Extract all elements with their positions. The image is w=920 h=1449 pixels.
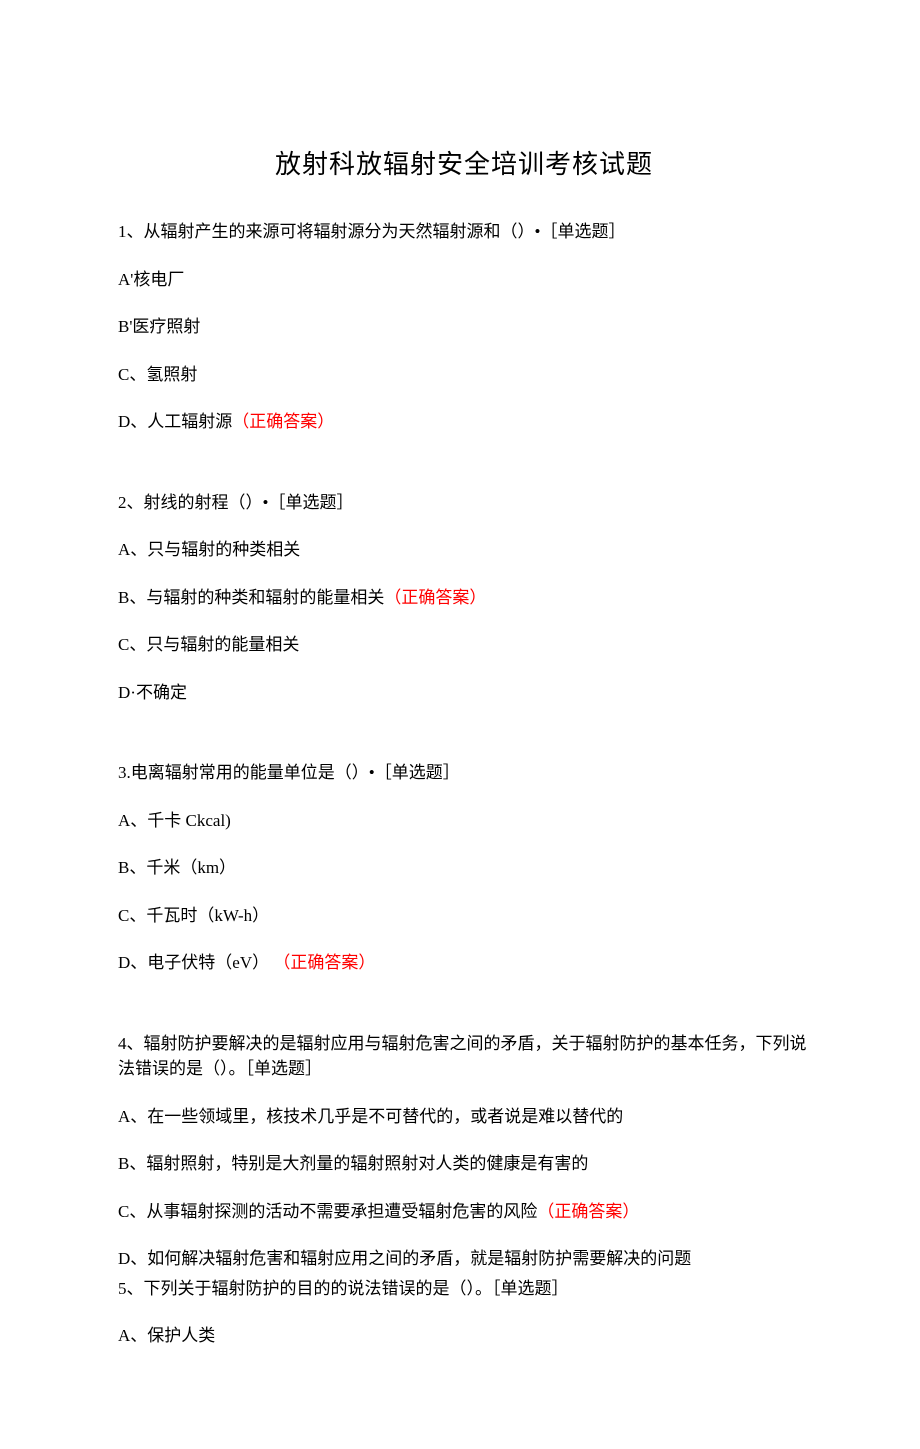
q2-option-a: A、只与辐射的种类相关 [118,537,810,563]
q4-option-b: B、辐射照射，特别是大剂量的辐射照射对人类的健康是有害的 [118,1151,810,1177]
q5-stem: 5、下列关于辐射防护的目的的说法错误的是（）。［单选题］ [118,1276,810,1302]
q5-option-a: A、保护人类 [118,1323,810,1349]
q1-option-a: A'核电厂 [118,267,810,293]
q1-option-d: D、人工辐射源（正确答案） [118,409,810,435]
q3-option-d-text: D、电子伏特（eV） [118,953,269,972]
page: 放射科放辐射安全培训考核试题 1、从辐射产生的来源可将辐射源分为天然辐射源和（）… [0,0,920,1449]
q1-option-b: B'医疗照射 [118,314,810,340]
q2-option-b-text: B、与辐射的种类和辐射的能量相关 [118,588,384,607]
q1-option-d-text: D、人工辐射源 [118,412,232,431]
q4-option-c-text: C、从事辐射探测的活动不需要承担遭受辐射危害的风险 [118,1202,537,1221]
q3-stem: 3.电离辐射常用的能量单位是（）•［单选题］ [118,760,810,786]
q3-option-d: D、电子伏特（eV） （正确答案） [118,950,810,976]
q4-option-c: C、从事辐射探测的活动不需要承担遭受辐射危害的风险（正确答案） [118,1199,810,1225]
q2-stem: 2、射线的射程（）•［单选题］ [118,490,810,516]
q2-option-b: B、与辐射的种类和辐射的能量相关（正确答案） [118,585,810,611]
q3-option-c: C、千瓦时（kW-h） [118,903,810,929]
q1-correct-answer: （正确答案） [232,412,334,431]
q2-correct-answer: （正确答案） [384,588,486,607]
q3-option-b: B、千米（km） [118,855,810,881]
document-title: 放射科放辐射安全培训考核试题 [118,145,810,184]
q2-option-d: D·不确定 [118,680,810,706]
q4-correct-answer: （正确答案） [537,1202,639,1221]
q4-option-d: D、如何解决辐射危害和辐射应用之间的矛盾，就是辐射防护需要解决的问题 [118,1246,810,1272]
q4-option-a: A、在一些领域里，核技术几乎是不可替代的，或者说是难以替代的 [118,1104,810,1130]
q4-stem: 4、辐射防护要解决的是辐射应用与辐射危害之间的矛盾，关于辐射防护的基本任务，下列… [118,1031,810,1082]
q3-correct-answer: （正确答案） [273,953,375,972]
q1-stem: 1、从辐射产生的来源可将辐射源分为天然辐射源和（）•［单选题］ [118,219,810,245]
q3-option-a: A、千卡 Ckcal) [118,808,810,834]
q2-option-c: C、只与辐射的能量相关 [118,632,810,658]
q1-option-c: C、氢照射 [118,362,810,388]
